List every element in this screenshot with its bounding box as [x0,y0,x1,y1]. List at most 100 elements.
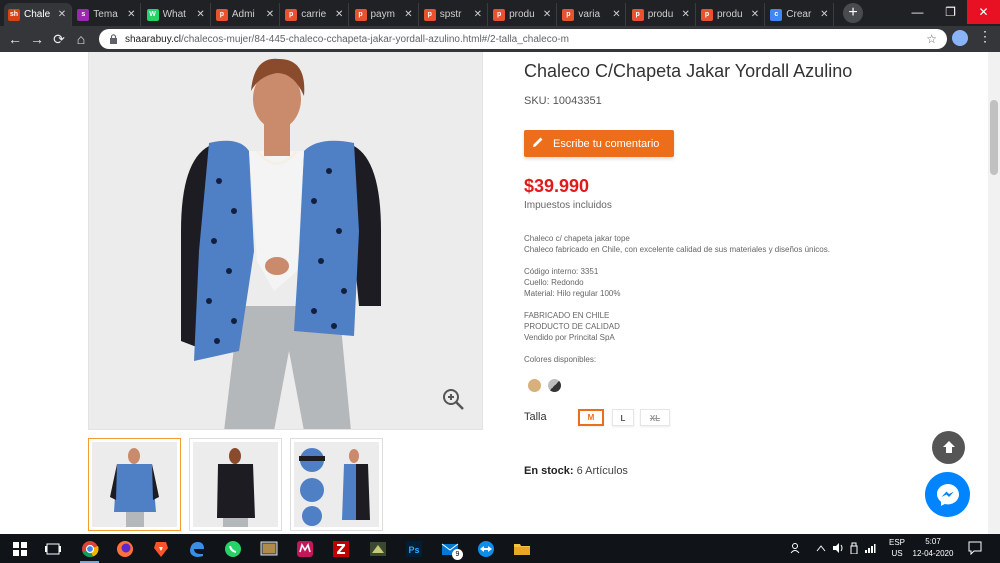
lock-icon[interactable] [109,34,119,44]
people-icon[interactable] [790,542,802,556]
description-line: Código interno: 3351 [524,267,599,276]
tab-close-icon[interactable]: ✕ [126,9,136,20]
thumbnail-front[interactable] [88,438,181,531]
tab-title: varia [578,9,601,20]
description-line: Cuello: Redondo [524,278,584,287]
tab-favicon-icon: p [701,8,713,21]
description-line: FABRICADO EN CHILE [524,311,610,320]
tab-favicon-icon: c [770,8,783,21]
sku-value: 10043351 [552,95,602,107]
thumbnail-back[interactable] [189,438,282,531]
tab-close-icon[interactable]: ✕ [265,9,275,20]
network-icon[interactable] [864,542,876,556]
clock-time: 5:07 [925,537,941,546]
address-bar[interactable]: shaarabuy.cl/chalecos-mujer/84-445-chale… [99,29,947,49]
tab-close-icon[interactable]: ✕ [334,9,344,20]
browser-tab[interactable]: W What ✕ [143,3,211,26]
filezilla-icon[interactable] [329,537,352,560]
tab-close-icon[interactable]: ✕ [57,9,67,20]
browser-tab[interactable]: p produ ✕ [489,3,558,26]
windows-start-icon[interactable] [8,537,31,560]
size-option-m[interactable]: M [578,409,604,426]
game-app-icon[interactable] [366,537,389,560]
mail-icon[interactable]: 9 [438,537,463,560]
windows-taskbar: Ps 9 ESP US 5:07 12-04-2020 [0,534,1000,563]
tab-close-icon[interactable]: ✕ [473,9,483,20]
media-app-icon[interactable] [257,537,280,560]
browser-tab[interactable]: sh Chale ✕ [4,3,72,26]
browser-tab[interactable]: p paym ✕ [351,3,419,26]
tab-close-icon[interactable]: ✕ [542,9,552,20]
colors-available-label: Colores disponibles: [524,355,597,364]
forward-button[interactable]: → [26,28,48,50]
tab-close-icon[interactable]: ✕ [819,9,829,20]
language-code: ESP [888,538,905,547]
color-swatch-gris-negro[interactable] [548,379,561,392]
shop-app-icon[interactable] [293,537,316,560]
close-window-button[interactable]: ✕ [967,0,1000,24]
taskbar-clock[interactable]: 5:07 12-04-2020 [912,536,954,560]
chrome-icon[interactable] [78,537,101,563]
usb-icon[interactable] [850,542,858,556]
firefox-icon[interactable] [113,537,136,560]
photoshop-icon[interactable]: Ps [402,537,425,560]
tab-title: Crear [786,9,812,20]
tab-title: produ [717,9,743,20]
file-explorer-icon[interactable] [510,537,533,560]
task-view-icon[interactable] [41,537,64,560]
size-option-l[interactable]: L [612,409,634,426]
tab-title: What [162,9,186,20]
tab-favicon-icon: p [493,8,506,21]
brave-icon[interactable] [149,537,172,560]
tab-close-icon[interactable]: ✕ [750,9,760,20]
browser-tab[interactable]: c Crear ✕ [766,3,835,26]
scroll-to-top-button[interactable] [932,431,965,464]
product-main-image[interactable] [88,52,483,430]
browser-tab[interactable]: p spstr ✕ [420,3,488,26]
back-button[interactable]: ← [4,28,26,50]
tab-close-icon[interactable]: ✕ [404,9,414,20]
color-swatch-beige[interactable] [528,379,541,392]
keyboard-language[interactable]: ESP US [886,537,908,559]
mail-badge: 9 [452,549,463,560]
profile-avatar[interactable] [952,30,968,46]
browser-menu-icon[interactable]: ⋮ [978,28,992,45]
minimize-button[interactable]: — [901,0,934,24]
bookmark-star-icon[interactable]: ☆ [926,32,937,46]
browser-tab[interactable]: p produ ✕ [628,3,696,26]
volume-icon[interactable] [832,542,844,556]
browser-tab-strip: sh Chale ✕ s Tema ✕ W What ✕ p Admi ✕ p carrie ✕ p paym ✕… [0,0,1000,26]
browser-tab[interactable]: s Tema ✕ [73,3,142,26]
tab-favicon-icon: p [215,8,228,21]
zoom-in-icon[interactable] [441,387,465,411]
tab-favicon-icon: s [77,8,90,21]
new-tab-button[interactable]: + [843,3,863,23]
edge-icon[interactable] [185,537,208,560]
arrow-up-icon [942,441,955,453]
tab-title: produ [509,9,535,20]
reload-button[interactable]: ⟳ [48,28,70,50]
chevron-up-icon[interactable] [816,544,826,554]
browser-tab[interactable]: p Admi ✕ [212,3,280,26]
tab-close-icon[interactable]: ✕ [196,9,206,20]
product-title: Chaleco C/Chapeta Jakar Yordall Azulino [524,61,853,81]
tab-title: paym [370,9,395,20]
maximize-button[interactable]: ❐ [934,0,967,24]
tab-title: carrie [301,9,327,20]
whatsapp-icon[interactable] [221,537,244,560]
size-option-xl[interactable]: XL [640,409,670,426]
browser-tab[interactable]: p varia ✕ [558,3,627,26]
write-comment-button[interactable]: Escribe tu comentario [524,130,674,157]
browser-tab[interactable]: p carrie ✕ [281,3,350,26]
tab-close-icon[interactable]: ✕ [681,9,691,20]
notifications-icon[interactable] [968,541,982,560]
home-button[interactable]: ⌂ [70,28,92,50]
description-line: Chaleco c/ chapeta jakar tope [524,234,630,243]
clock-date: 12-04-2020 [912,549,954,558]
teamviewer-icon[interactable] [474,537,497,560]
thumbnail-detail[interactable] [290,438,383,531]
messenger-chat-button[interactable] [925,472,970,517]
page-scrollbar-thumb[interactable] [990,100,998,175]
browser-tab[interactable]: p produ ✕ [697,3,765,26]
tab-close-icon[interactable]: ✕ [611,9,621,20]
